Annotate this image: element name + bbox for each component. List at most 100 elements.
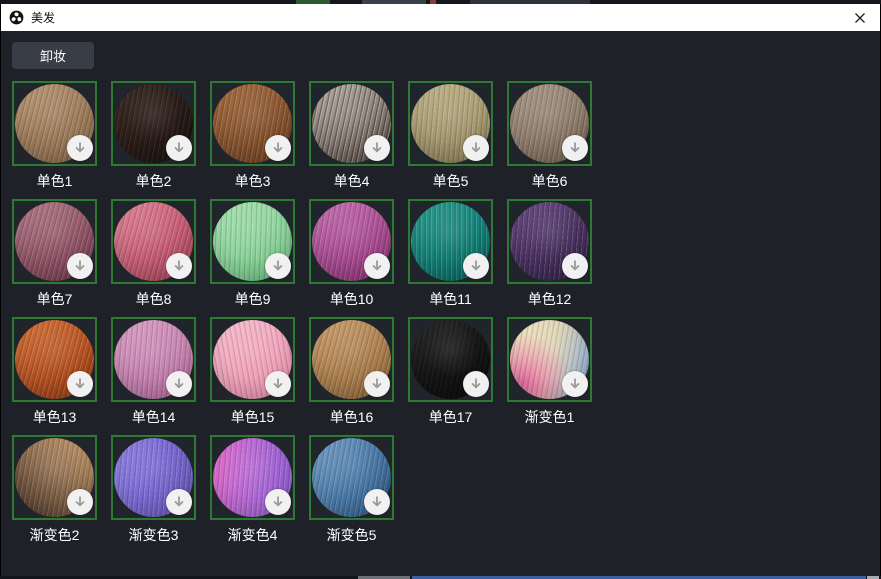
hair-style-label: 单色17 (408, 409, 493, 426)
hair-style-item[interactable]: 单色9 (210, 199, 295, 308)
hair-style-label: 单色5 (408, 173, 493, 190)
download-arrow-icon (370, 377, 384, 391)
download-button[interactable] (364, 371, 390, 397)
hair-style-thumbnail[interactable] (12, 435, 97, 520)
download-arrow-icon (271, 495, 285, 509)
download-arrow-icon (568, 259, 582, 273)
download-button[interactable] (364, 253, 390, 279)
hair-style-item[interactable]: 渐变色4 (210, 435, 295, 544)
hair-style-thumbnail[interactable] (309, 199, 394, 284)
hair-style-label: 单色15 (210, 409, 295, 426)
hair-style-thumbnail[interactable] (507, 317, 592, 402)
download-button[interactable] (166, 253, 192, 279)
hair-style-item[interactable]: 单色1 (12, 81, 97, 190)
download-button[interactable] (166, 489, 192, 515)
download-arrow-icon (271, 259, 285, 273)
hair-style-label: 渐变色5 (309, 527, 394, 544)
hair-style-item[interactable]: 单色17 (408, 317, 493, 426)
download-button[interactable] (67, 371, 93, 397)
download-arrow-icon (73, 259, 87, 273)
download-arrow-icon (172, 495, 186, 509)
hair-style-item[interactable]: 单色4 (309, 81, 394, 190)
titlebar[interactable]: 美发 (1, 4, 880, 31)
download-button[interactable] (562, 135, 588, 161)
download-button[interactable] (562, 253, 588, 279)
download-button[interactable] (463, 371, 489, 397)
hair-style-item[interactable]: 单色12 (507, 199, 592, 308)
hair-style-thumbnail[interactable] (309, 81, 394, 166)
hair-style-item[interactable]: 单色3 (210, 81, 295, 190)
hair-style-thumbnail[interactable] (12, 81, 97, 166)
hair-style-label: 单色8 (111, 291, 196, 308)
hair-style-item[interactable]: 渐变色1 (507, 317, 592, 426)
hair-style-item[interactable]: 单色10 (309, 199, 394, 308)
dialog-window: 美发 卸妆 单色1 单色2 (0, 0, 881, 579)
hair-style-thumbnail[interactable] (210, 317, 295, 402)
download-arrow-icon (271, 141, 285, 155)
hair-style-thumbnail[interactable] (111, 81, 196, 166)
hair-style-thumbnail[interactable] (408, 317, 493, 402)
hair-style-thumbnail[interactable] (210, 435, 295, 520)
hair-style-item[interactable]: 单色15 (210, 317, 295, 426)
download-button[interactable] (67, 135, 93, 161)
hair-style-item[interactable]: 单色5 (408, 81, 493, 190)
hair-style-label: 渐变色4 (210, 527, 295, 544)
download-button[interactable] (562, 371, 588, 397)
app-logo-icon (9, 10, 24, 25)
hair-style-thumbnail[interactable] (12, 317, 97, 402)
hair-style-thumbnail[interactable] (507, 199, 592, 284)
hair-style-item[interactable]: 单色6 (507, 81, 592, 190)
download-arrow-icon (370, 141, 384, 155)
download-arrow-icon (73, 141, 87, 155)
hair-style-label: 渐变色1 (507, 409, 592, 426)
download-arrow-icon (271, 377, 285, 391)
hair-style-label: 单色7 (12, 291, 97, 308)
hair-style-label: 单色14 (111, 409, 196, 426)
hair-style-item[interactable]: 渐变色5 (309, 435, 394, 544)
download-button[interactable] (265, 135, 291, 161)
hair-style-item[interactable]: 单色13 (12, 317, 97, 426)
hair-style-label: 单色12 (507, 291, 592, 308)
hair-style-thumbnail[interactable] (210, 199, 295, 284)
hair-style-item[interactable]: 单色11 (408, 199, 493, 308)
download-arrow-icon (172, 259, 186, 273)
hair-style-thumbnail[interactable] (408, 199, 493, 284)
download-button[interactable] (265, 371, 291, 397)
hair-style-thumbnail[interactable] (309, 435, 394, 520)
dialog-body: 卸妆 单色1 单色2 (1, 31, 880, 576)
hair-style-thumbnail[interactable] (507, 81, 592, 166)
download-arrow-icon (568, 377, 582, 391)
hair-style-thumbnail[interactable] (111, 435, 196, 520)
close-button[interactable] (846, 4, 874, 31)
hair-style-item[interactable]: 单色14 (111, 317, 196, 426)
remove-makeup-button[interactable]: 卸妆 (12, 42, 94, 69)
hair-style-item[interactable]: 单色16 (309, 317, 394, 426)
download-button[interactable] (67, 489, 93, 515)
hair-style-item[interactable]: 渐变色2 (12, 435, 97, 544)
download-button[interactable] (166, 371, 192, 397)
download-button[interactable] (364, 135, 390, 161)
hair-style-item[interactable]: 渐变色3 (111, 435, 196, 544)
download-arrow-icon (370, 495, 384, 509)
download-button[interactable] (463, 253, 489, 279)
download-arrow-icon (172, 141, 186, 155)
download-arrow-icon (469, 141, 483, 155)
download-button[interactable] (265, 489, 291, 515)
hair-style-item[interactable]: 单色7 (12, 199, 97, 308)
hair-style-thumbnail[interactable] (309, 317, 394, 402)
download-button[interactable] (463, 135, 489, 161)
hair-style-thumbnail[interactable] (408, 81, 493, 166)
hair-style-thumbnail[interactable] (210, 81, 295, 166)
hair-style-grid: 单色1 单色2 单色3 (12, 81, 612, 553)
download-arrow-icon (568, 141, 582, 155)
download-button[interactable] (364, 489, 390, 515)
hair-style-item[interactable]: 单色2 (111, 81, 196, 190)
hair-style-item[interactable]: 单色8 (111, 199, 196, 308)
hair-style-label: 单色16 (309, 409, 394, 426)
hair-style-thumbnail[interactable] (111, 199, 196, 284)
download-button[interactable] (265, 253, 291, 279)
hair-style-thumbnail[interactable] (12, 199, 97, 284)
download-button[interactable] (67, 253, 93, 279)
download-button[interactable] (166, 135, 192, 161)
hair-style-thumbnail[interactable] (111, 317, 196, 402)
